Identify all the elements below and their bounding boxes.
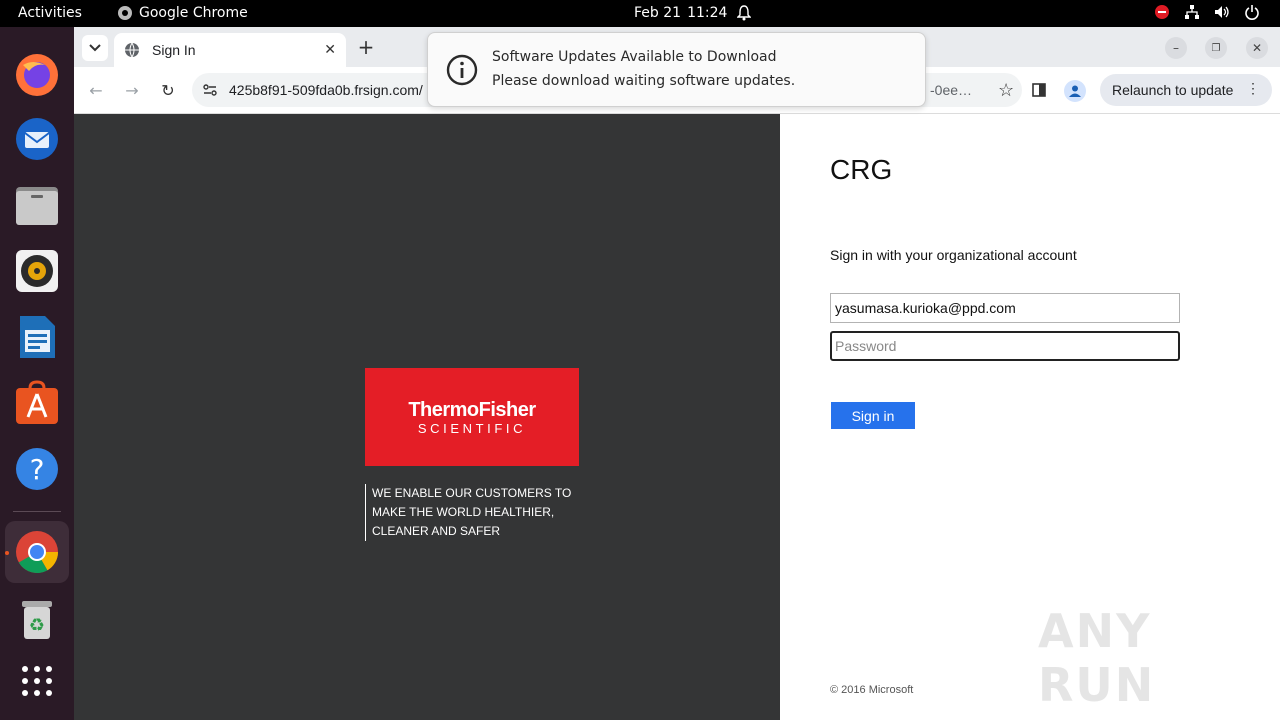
rhythmbox-icon[interactable] xyxy=(13,247,61,295)
chrome-window: Sign In ✕ + – ❐ ✕ ← → ↻ 425b8f91-509fda0… xyxy=(74,27,1280,720)
tagline-line-3: CLEANER AND SAFER xyxy=(372,524,501,538)
tab-search-button[interactable] xyxy=(82,35,108,61)
tab-sign-in[interactable]: Sign In ✕ xyxy=(114,33,346,67)
side-panel-icon xyxy=(1032,83,1046,97)
branding-panel: ThermoFisher SCIENTIFIC WE ENABLE OUR CU… xyxy=(74,114,780,720)
system-top-bar: Activities Google Chrome Feb 21 11:24 xyxy=(0,0,1280,27)
clock-date: Feb 21 xyxy=(634,5,682,21)
logo-main-text: ThermoFisher xyxy=(408,399,536,421)
thermofisher-logo: ThermoFisher SCIENTIFIC xyxy=(365,368,579,466)
firefox-icon[interactable] xyxy=(13,51,61,99)
relaunch-button[interactable]: Relaunch to update ⋮ xyxy=(1100,74,1272,106)
app-name: Google Chrome xyxy=(139,5,248,21)
site-info-icon xyxy=(203,84,217,96)
dock-separator xyxy=(13,511,61,512)
libreoffice-writer-icon[interactable] xyxy=(13,313,61,361)
minimize-button[interactable]: – xyxy=(1165,37,1187,59)
bookmark-star-icon[interactable]: ☆ xyxy=(998,80,1014,101)
do-not-disturb-icon xyxy=(1155,5,1169,19)
tab-title: Sign In xyxy=(152,42,196,58)
password-field[interactable] xyxy=(830,331,1180,361)
dock: ? ♻ xyxy=(0,27,74,720)
info-icon xyxy=(446,54,478,86)
running-indicator xyxy=(5,551,9,555)
power-icon xyxy=(1245,5,1259,20)
notification-body: Please download waiting software updates… xyxy=(492,73,796,89)
network-icon xyxy=(1185,5,1199,19)
profile-button[interactable] xyxy=(1064,80,1086,102)
globe-icon xyxy=(125,42,139,58)
volume-icon xyxy=(1215,6,1229,18)
app-center-icon[interactable] xyxy=(13,379,61,427)
avatar-icon xyxy=(1069,85,1081,97)
logo-sub-text: SCIENTIFIC xyxy=(417,421,527,436)
clock-time: 11:24 xyxy=(687,5,728,21)
reload-button[interactable]: ↻ xyxy=(158,80,178,100)
tagline: WE ENABLE OUR CUSTOMERS TO MAKE THE WORL… xyxy=(365,484,585,541)
signin-prompt: Sign in with your organizational account xyxy=(830,247,1077,263)
url-tail-text: -0ee… xyxy=(930,82,973,98)
page-content: ThermoFisher SCIENTIFIC WE ENABLE OUR CU… xyxy=(74,114,1280,720)
show-apps-icon[interactable] xyxy=(13,657,61,705)
back-button[interactable]: ← xyxy=(86,80,106,100)
restore-button[interactable]: ❐ xyxy=(1205,37,1227,59)
files-icon[interactable] xyxy=(13,181,61,229)
forward-button[interactable]: → xyxy=(122,80,142,100)
relaunch-label: Relaunch to update xyxy=(1112,82,1234,98)
app-menu[interactable]: Google Chrome xyxy=(117,5,248,21)
bell-icon xyxy=(737,5,752,21)
url-text: 425b8f91-509fda0b.frsign.com/ xyxy=(229,82,423,98)
trash-icon[interactable]: ♻ xyxy=(13,595,61,643)
system-tray[interactable] xyxy=(1154,4,1260,20)
svg-text:?: ? xyxy=(30,453,45,486)
side-panel-button[interactable] xyxy=(1030,81,1048,99)
notification-title: Software Updates Available to Download xyxy=(492,49,777,65)
close-tab-icon[interactable]: ✕ xyxy=(324,41,336,58)
copyright-text: © 2016 Microsoft xyxy=(830,684,914,696)
kebab-menu-icon[interactable]: ⋮ xyxy=(1246,80,1260,97)
close-window-button[interactable]: ✕ xyxy=(1246,37,1268,59)
signin-button[interactable]: Sign in xyxy=(831,402,915,429)
email-field[interactable] xyxy=(830,293,1180,323)
signin-panel: CRG Sign in with your organizational acc… xyxy=(780,114,1280,720)
chrome-icon[interactable] xyxy=(5,521,69,583)
update-notification[interactable]: Software Updates Available to Download P… xyxy=(427,32,926,107)
activities-button[interactable]: Activities xyxy=(18,5,82,21)
help-icon[interactable]: ? xyxy=(13,445,61,493)
tagline-line-2: MAKE THE WORLD HEALTHIER, xyxy=(372,505,555,519)
org-title: CRG xyxy=(830,154,893,185)
tagline-line-1: WE ENABLE OUR CUSTOMERS TO xyxy=(372,486,572,500)
svg-text:♻: ♻ xyxy=(29,615,45,636)
clock[interactable]: Feb 21 11:24 xyxy=(634,5,752,21)
new-tab-button[interactable]: + xyxy=(354,35,378,59)
thunderbird-icon[interactable] xyxy=(13,115,61,163)
chevron-down-icon xyxy=(89,44,101,52)
chrome-small-icon xyxy=(118,6,132,20)
anyrun-watermark: ANY RUN xyxy=(1038,604,1156,712)
